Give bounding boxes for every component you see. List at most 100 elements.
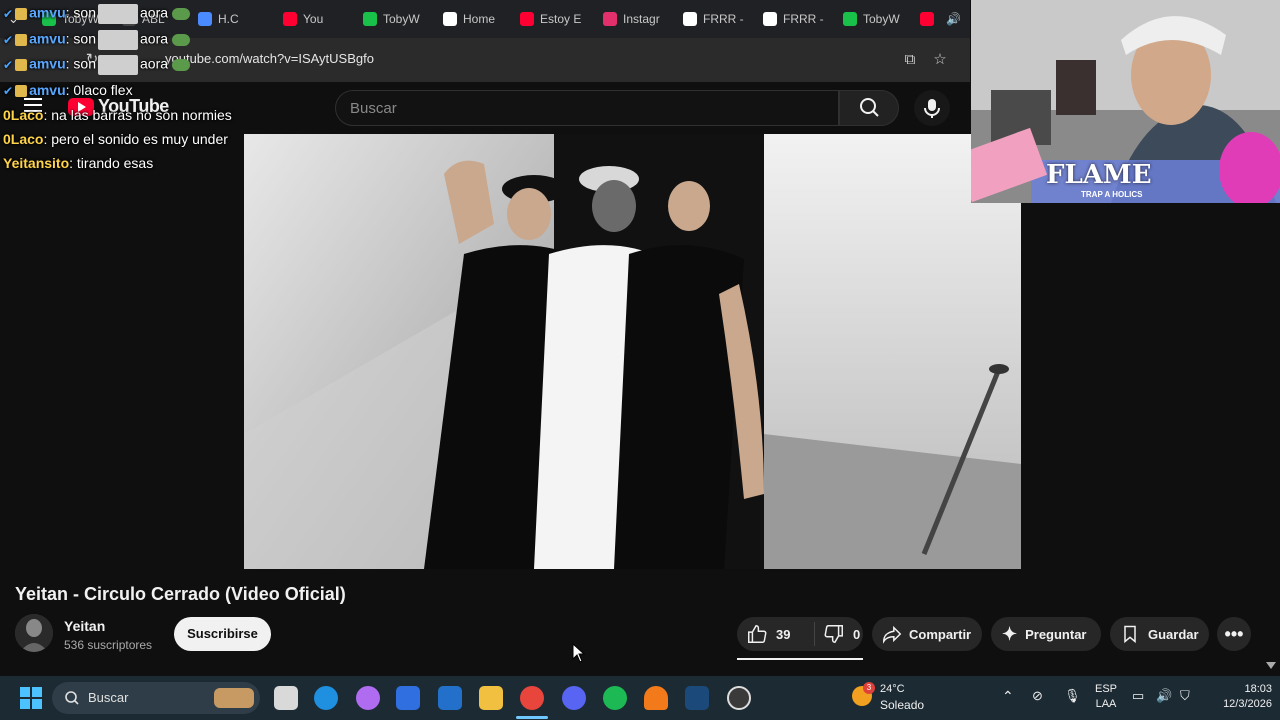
- subscriber-badge-icon: [15, 85, 28, 98]
- discord-icon[interactable]: [562, 686, 586, 710]
- frog-emote-icon: [172, 34, 191, 46]
- more-actions-button[interactable]: •••: [1217, 617, 1251, 651]
- chat-text: na las barras no son normies: [51, 107, 232, 123]
- network-off-icon[interactable]: ⊘: [1032, 688, 1043, 704]
- search-placeholder: Buscar: [350, 100, 397, 117]
- search-button[interactable]: [839, 90, 899, 126]
- clock-date[interactable]: 12/3/2026: [1200, 698, 1272, 710]
- browser-tab[interactable]: Estoy E: [520, 6, 592, 32]
- chat-message: ✔ amvu: son aora: [3, 55, 191, 75]
- more-dots-icon: •••: [1224, 623, 1244, 644]
- browser-tab[interactable]: FRRR -: [763, 6, 835, 32]
- clock-time[interactable]: 18:03: [1200, 683, 1272, 695]
- tab-label: Estoy E: [540, 12, 582, 26]
- channel-avatar[interactable]: [15, 614, 53, 652]
- video-title: Yeitan - Circulo Cerrado (Video Oficial): [15, 584, 346, 604]
- edge-icon[interactable]: [314, 686, 338, 710]
- avatar-image: [15, 614, 53, 652]
- soundcloud-icon[interactable]: [644, 686, 668, 710]
- url-text[interactable]: youtube.com/watch?v=ISAytUSBgfo: [165, 51, 374, 66]
- browser-tab[interactable]: TobyW: [843, 6, 915, 32]
- chat-emote-icon: [98, 55, 138, 75]
- share-icon: [883, 625, 902, 644]
- tab-favicon-icon: [603, 12, 617, 26]
- search-icon: [860, 98, 879, 117]
- tab-favicon-icon: [363, 12, 377, 26]
- subscribe-button[interactable]: Suscribirse: [174, 617, 271, 651]
- tab-label: FRRR -: [703, 12, 744, 26]
- chat-text: son: [73, 4, 96, 21]
- language-top[interactable]: ESP: [1094, 683, 1118, 695]
- outlook-icon[interactable]: [438, 686, 462, 710]
- share-button[interactable]: Compartir: [872, 617, 982, 651]
- monitor-icon[interactable]: ▭: [1132, 688, 1144, 704]
- install-app-icon[interactable]: ⧉: [900, 50, 920, 70]
- channel-name[interactable]: Yeitan: [64, 618, 105, 634]
- browser-tab[interactable]: H.C: [198, 6, 270, 32]
- chat-emote-text: aora: [140, 55, 169, 72]
- sparkle-icon: ✦: [1002, 624, 1018, 644]
- search-highlight-icon: [214, 688, 254, 708]
- save-button[interactable]: Guardar: [1110, 617, 1209, 651]
- store-icon[interactable]: [396, 686, 420, 710]
- search-input[interactable]: Buscar: [335, 90, 839, 126]
- tab-label: Home: [463, 12, 496, 26]
- browser-tab[interactable]: Home: [443, 6, 515, 32]
- share-label: Compartir: [909, 626, 972, 642]
- steam-icon[interactable]: [685, 686, 709, 710]
- tab-favicon-icon: [843, 12, 857, 26]
- shield-icon[interactable]: ⛉: [1180, 688, 1190, 704]
- tab-label: TobyW: [383, 12, 420, 26]
- file-explorer-icon[interactable]: [479, 686, 503, 710]
- taskbar-search-input[interactable]: Buscar: [52, 682, 260, 714]
- scroll-down-arrow-icon[interactable]: [1266, 662, 1276, 669]
- windows-start-icon[interactable]: [20, 687, 42, 709]
- mouse-cursor-icon: [572, 643, 586, 663]
- video-frame: [244, 134, 1021, 569]
- tab-favicon-icon: [683, 12, 697, 26]
- browser-tab[interactable]: You: [283, 6, 355, 32]
- dislike-button[interactable]: 0: [815, 623, 860, 645]
- windows-taskbar: Buscar 3 24°C Soleado ⌃ ⊘ 🎙 ESP LAA ▭ 🔊 …: [0, 676, 1280, 720]
- weather-desc[interactable]: Soleado: [880, 698, 924, 712]
- task-view-icon[interactable]: [274, 686, 298, 710]
- copilot-icon[interactable]: [356, 686, 380, 710]
- frog-emote-icon: [172, 8, 191, 20]
- microphone-tray-icon[interactable]: 🎙: [1064, 688, 1081, 704]
- tab-favicon-icon: [520, 12, 534, 26]
- spotify-icon[interactable]: [603, 686, 627, 710]
- volume-icon[interactable]: 🔊: [1156, 688, 1172, 704]
- ask-button[interactable]: ✦ Preguntar: [991, 617, 1101, 651]
- bookmark-star-icon[interactable]: ☆: [930, 50, 950, 70]
- language-bottom[interactable]: LAA: [1094, 698, 1118, 710]
- microphone-icon: [924, 99, 940, 118]
- tab-youtube-active[interactable]: [920, 6, 942, 32]
- chat-emote-icon: [98, 4, 138, 24]
- verified-badge-icon: ✔: [3, 84, 14, 98]
- tab-label: H.C: [218, 12, 239, 26]
- chat-username: amvu: [29, 55, 66, 72]
- subscriber-badge-icon: [15, 34, 28, 46]
- chat-emote-icon: [98, 30, 138, 50]
- tab-label: Instagr: [623, 12, 660, 26]
- speaker-icon[interactable]: 🔊: [946, 6, 964, 32]
- video-player[interactable]: [244, 134, 1021, 569]
- chat-message: ✔ amvu: son aora: [3, 30, 191, 50]
- save-label: Guardar: [1148, 626, 1199, 642]
- tab-favicon-icon: [283, 12, 297, 26]
- verified-badge-icon: ✔: [3, 32, 14, 47]
- voice-search-button[interactable]: [914, 90, 950, 126]
- active-app-indicator: [516, 716, 548, 719]
- tray-expand-icon[interactable]: ⌃: [1002, 688, 1014, 705]
- chat-username: amvu: [29, 30, 66, 47]
- verified-badge-icon: ✔: [3, 57, 14, 72]
- browser-tab[interactable]: FRRR -: [683, 6, 755, 32]
- chrome-icon[interactable]: [520, 686, 544, 710]
- browser-tab[interactable]: TobyW: [363, 6, 435, 32]
- obs-icon[interactable]: [727, 686, 751, 710]
- like-button[interactable]: 39: [737, 622, 815, 646]
- browser-tab[interactable]: Instagr: [603, 6, 675, 32]
- weather-temp[interactable]: 24°C: [880, 683, 905, 695]
- like-dislike-group: 39 0: [737, 617, 863, 651]
- tab-favicon-icon: [763, 12, 777, 26]
